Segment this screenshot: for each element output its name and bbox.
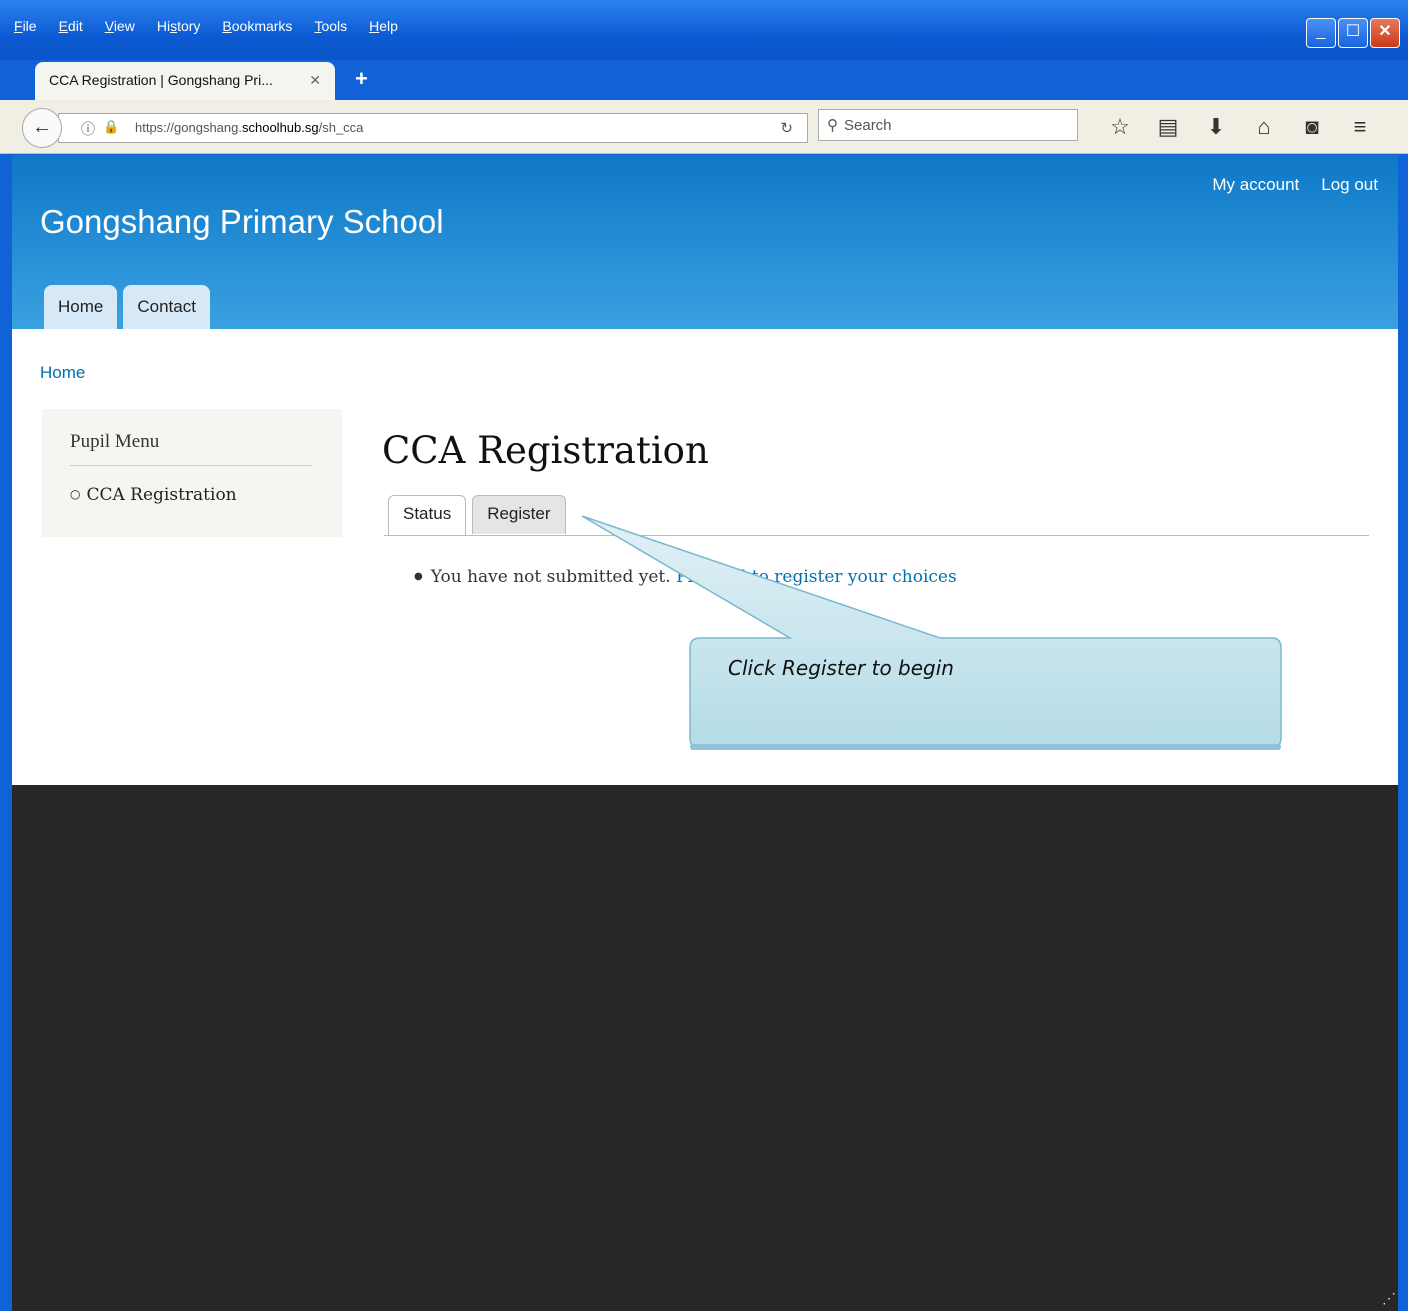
- browser-window: File Edit View History Bookmarks Tools H…: [0, 0, 1408, 1311]
- callout-text: Click Register to begin: [728, 656, 954, 680]
- callout-shape: [581, 515, 1282, 750]
- resize-grip-icon[interactable]: ⋰: [1382, 1290, 1396, 1307]
